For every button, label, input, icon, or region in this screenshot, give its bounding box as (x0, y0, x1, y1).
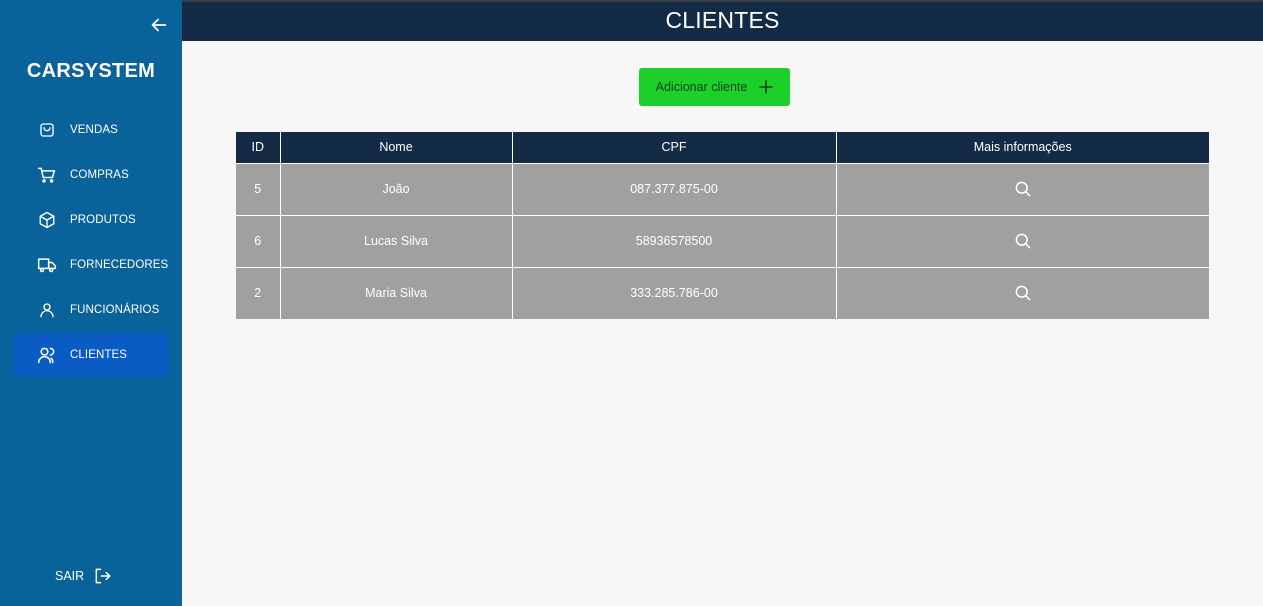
brand-logo: CARSYSTEM (26, 60, 156, 82)
column-header-nome: Nome (280, 132, 513, 163)
sidebar-item-label: VENDAS (70, 124, 118, 136)
sidebar-item-label: FUNCIONÁRIOS (70, 304, 160, 316)
shopping-cart-icon (37, 165, 57, 185)
logout-icon (93, 566, 113, 586)
table-row: 2 Maria Silva 333.285.786-00 (236, 266, 1209, 319)
cell-id: 5 (236, 162, 281, 215)
table-header-row: ID Nome CPF Mais informações (236, 132, 1209, 163)
search-icon[interactable] (1013, 231, 1033, 251)
cell-cpf: 58936578500 (512, 214, 837, 267)
logout-label: SAIR (55, 569, 85, 583)
search-icon[interactable] (1013, 179, 1033, 199)
cell-nome: João (280, 162, 513, 215)
sidebar-item-compras[interactable]: COMPRAS (13, 153, 169, 197)
cell-id: 6 (236, 214, 281, 267)
cell-info (836, 162, 1209, 215)
cell-info (836, 214, 1209, 267)
user-icon (37, 300, 57, 320)
plus-icon (759, 80, 774, 94)
sidebar-item-label: PRODUTOS (70, 214, 136, 226)
users-icon (37, 345, 57, 365)
sidebar-item-clientes[interactable]: CLIENTES (13, 333, 169, 377)
sidebar-item-fornecedores[interactable]: FORNECEDORES (13, 243, 169, 287)
search-icon[interactable] (1013, 283, 1033, 303)
cell-cpf: 087.377.875-00 (512, 162, 837, 215)
add-client-button[interactable]: Adicionar cliente (639, 68, 790, 106)
sidebar-item-vendas[interactable]: VENDAS (13, 108, 169, 152)
sidebar-item-label: FORNECEDORES (70, 259, 169, 271)
table-row: 6 Lucas Silva 58936578500 (236, 214, 1209, 267)
add-client-label: Adicionar cliente (655, 80, 748, 94)
cell-id: 2 (236, 266, 281, 319)
cell-nome: Lucas Silva (280, 214, 513, 267)
sidebar-item-label: CLIENTES (70, 349, 128, 361)
cell-nome: Maria Silva (280, 266, 513, 319)
sidebar-item-label: COMPRAS (70, 169, 129, 181)
package-icon (37, 210, 57, 230)
top-header: CLIENTES (182, 0, 1263, 41)
sidebar-item-produtos[interactable]: PRODUTOS (13, 198, 169, 242)
back-arrow-icon[interactable] (148, 14, 170, 36)
truck-icon (37, 255, 57, 275)
column-header-cpf: CPF (512, 132, 837, 163)
cell-info (836, 266, 1209, 319)
sidebar-item-funcionarios[interactable]: FUNCIONÁRIOS (13, 288, 169, 332)
shopping-bag-icon (37, 120, 57, 140)
sidebar-nav: VENDAS COMPRAS PRODUTOS FORNECEDORES FUN… (0, 108, 182, 378)
column-header-mais-informacoes: Mais informações (836, 132, 1209, 163)
cell-cpf: 333.285.786-00 (512, 266, 837, 319)
table-row: 5 João 087.377.875-00 (236, 162, 1209, 215)
sidebar: CARSYSTEM VENDAS COMPRAS PRODUTOS FORNEC… (0, 0, 182, 606)
page-title: CLIENTES (665, 7, 780, 33)
column-header-id: ID (236, 132, 281, 163)
clients-table: ID Nome CPF Mais informações 5 João 087.… (236, 132, 1209, 319)
logout-button[interactable]: SAIR (55, 566, 113, 586)
